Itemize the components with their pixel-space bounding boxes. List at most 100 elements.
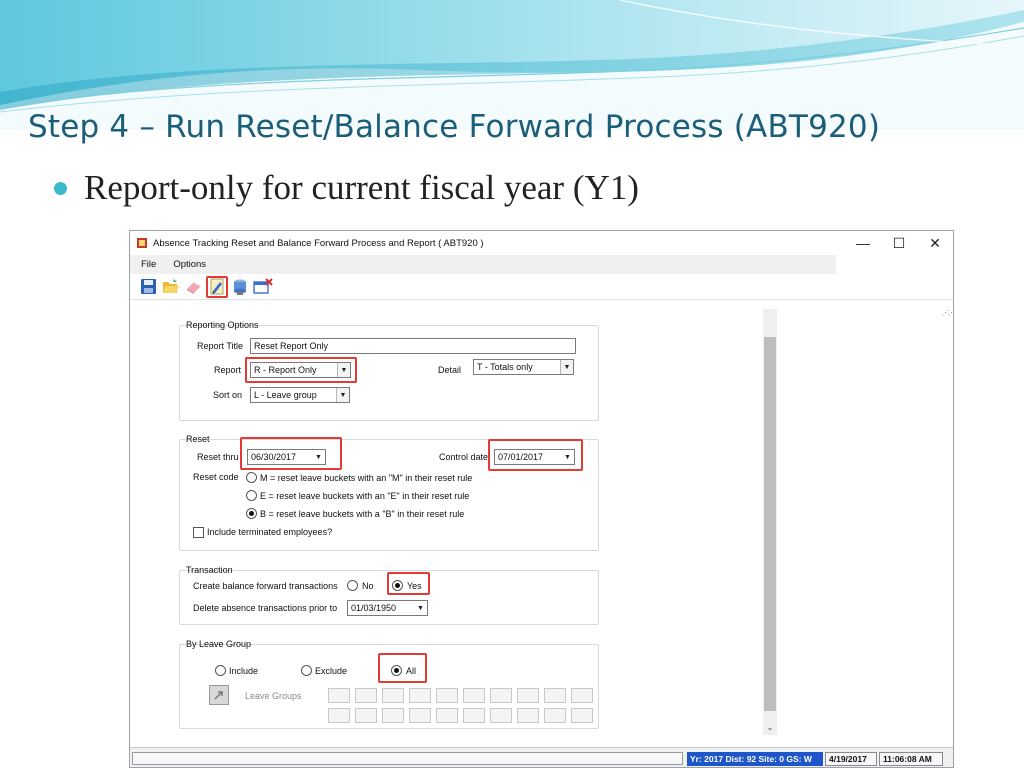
bullet-dot-icon: [54, 181, 67, 195]
reporting-options-title: Reporting Options: [186, 320, 259, 330]
reset-title: Reset: [186, 434, 210, 444]
window-titlebar: Absence Tracking Reset and Balance Forwa…: [130, 231, 953, 255]
report-title-input[interactable]: Reset Report Only: [250, 338, 576, 354]
detail-dropdown[interactable]: T - Totals only ▼: [473, 359, 574, 375]
minimize-button[interactable]: —: [845, 231, 881, 255]
reset-code-e-radio[interactable]: [246, 490, 257, 501]
leave-group-cell[interactable]: [328, 708, 350, 723]
run-report-icon: [210, 278, 224, 295]
delete-prior-date[interactable]: 01/03/1950 ▼: [347, 600, 428, 616]
leave-exclude-label[interactable]: Exclude: [315, 666, 347, 676]
delete-prior-label: Delete absence transactions prior to: [193, 603, 338, 613]
status-message-panel: [132, 752, 683, 765]
leave-all-highlight: [378, 653, 427, 683]
leave-exclude-radio[interactable]: [301, 665, 312, 676]
slide-bullet: Report-only for current fiscal year (Y1): [54, 168, 639, 208]
create-bf-label: Create balance forward transactions: [193, 581, 338, 591]
sort-on-dropdown[interactable]: L - Leave group ▼: [250, 387, 350, 403]
calendar-dropdown-icon: ▼: [414, 601, 427, 615]
transaction-no-radio[interactable]: [347, 580, 358, 591]
lookup-arrow-icon: [214, 691, 223, 700]
slide-title: Step 4 – Run Reset/Balance Forward Proce…: [28, 109, 881, 145]
sort-on-label: Sort on: [213, 390, 243, 400]
delete-prior-value: 01/03/1950: [351, 603, 397, 613]
reset-code-m-label[interactable]: M = reset leave buckets with an "M" in t…: [260, 473, 472, 483]
menu-options[interactable]: Options: [162, 259, 212, 270]
scrollbar-thumb[interactable]: [764, 337, 776, 711]
leave-include-radio[interactable]: [215, 665, 226, 676]
leave-group-cell[interactable]: [436, 708, 458, 723]
reset-thru-highlight: [240, 437, 342, 470]
maximize-button[interactable]: ☐: [881, 231, 917, 255]
reset-code-b-label[interactable]: B = reset leave buckets with a "B" in th…: [260, 509, 464, 519]
status-date: 4/19/2017: [825, 752, 877, 766]
open-folder-icon: [163, 279, 179, 293]
toolbar: [130, 274, 953, 300]
save-icon: [140, 279, 156, 294]
database-button[interactable]: [229, 276, 251, 298]
exit-button[interactable]: [252, 276, 274, 298]
leave-group-cell[interactable]: [328, 688, 350, 703]
detail-value: T - Totals only: [477, 362, 533, 372]
save-button[interactable]: [137, 276, 159, 298]
leave-group-cell[interactable]: [382, 688, 404, 703]
detail-label: Detail: [438, 365, 462, 375]
reset-code-b-radio[interactable]: [246, 508, 257, 519]
leave-group-cell[interactable]: [571, 688, 593, 703]
status-bar: Yr: 2017 Dist: 92 Site: 0 GS: W 4/19/201…: [130, 747, 953, 767]
leave-group-cell[interactable]: [436, 688, 458, 703]
leave-include-label[interactable]: Include: [229, 666, 258, 676]
app-icon: [137, 238, 147, 248]
menu-bar: File Options: [130, 255, 836, 274]
clear-button[interactable]: [183, 276, 205, 298]
dropdown-arrow-icon: ▼: [336, 388, 349, 402]
reset-code-e-label[interactable]: E = reset leave buckets with an "E" in t…: [260, 491, 469, 501]
control-date-highlight: [488, 439, 583, 471]
vertical-scrollbar[interactable]: ⌄: [763, 309, 777, 735]
leave-group-cell[interactable]: [382, 708, 404, 723]
leave-group-cell[interactable]: [409, 708, 431, 723]
leave-group-cell[interactable]: [355, 708, 377, 723]
leave-group-cell[interactable]: [490, 688, 512, 703]
transaction-title: Transaction: [186, 565, 233, 575]
dropdown-arrow-icon: ▼: [560, 360, 573, 374]
leave-group-cell[interactable]: [544, 688, 566, 703]
report-highlight: [245, 357, 357, 383]
status-time: 11:06:08 AM: [879, 752, 943, 766]
leave-groups-lookup-button[interactable]: [209, 685, 229, 705]
resize-grip-icon[interactable]: ⋰⋰: [942, 309, 953, 317]
transaction-no-label[interactable]: No: [362, 581, 374, 591]
leave-group-cell[interactable]: [409, 688, 431, 703]
database-icon: [234, 279, 246, 295]
leave-groups-label: Leave Groups: [245, 691, 302, 701]
form-area: Reporting Options Report Title Reset Rep…: [130, 301, 953, 745]
abt920-window: Absence Tracking Reset and Balance Forwa…: [129, 230, 954, 768]
bullet-text: Report-only for current fiscal year (Y1): [84, 168, 639, 207]
close-button[interactable]: ✕: [917, 231, 953, 255]
leave-group-cell[interactable]: [517, 708, 539, 723]
include-terminated-checkbox[interactable]: [193, 527, 204, 538]
reset-code-label: Reset code: [193, 472, 239, 482]
sort-on-value: L - Leave group: [254, 390, 317, 400]
leave-group-cell[interactable]: [463, 708, 485, 723]
include-terminated-label[interactable]: Include terminated employees?: [207, 527, 332, 537]
scroll-down-icon[interactable]: ⌄: [763, 723, 777, 733]
leave-group-cell[interactable]: [544, 708, 566, 723]
transaction-yes-highlight: [387, 572, 430, 595]
leave-group-cell[interactable]: [490, 708, 512, 723]
report-title-label: Report Title: [197, 341, 244, 351]
control-date-label: Control date: [439, 452, 489, 462]
exit-icon: [253, 278, 273, 294]
report-label: Report: [214, 365, 242, 375]
eraser-icon: [187, 282, 201, 294]
leave-group-cell[interactable]: [355, 688, 377, 703]
reset-code-m-radio[interactable]: [246, 472, 257, 483]
status-context: Yr: 2017 Dist: 92 Site: 0 GS: W: [687, 752, 823, 766]
leave-group-cell[interactable]: [463, 688, 485, 703]
menu-file[interactable]: File: [130, 259, 162, 270]
leave-group-cell[interactable]: [571, 708, 593, 723]
open-button[interactable]: [160, 276, 182, 298]
window-title: Absence Tracking Reset and Balance Forwa…: [153, 237, 484, 249]
leave-group-cell[interactable]: [517, 688, 539, 703]
run-report-button[interactable]: [206, 275, 228, 298]
